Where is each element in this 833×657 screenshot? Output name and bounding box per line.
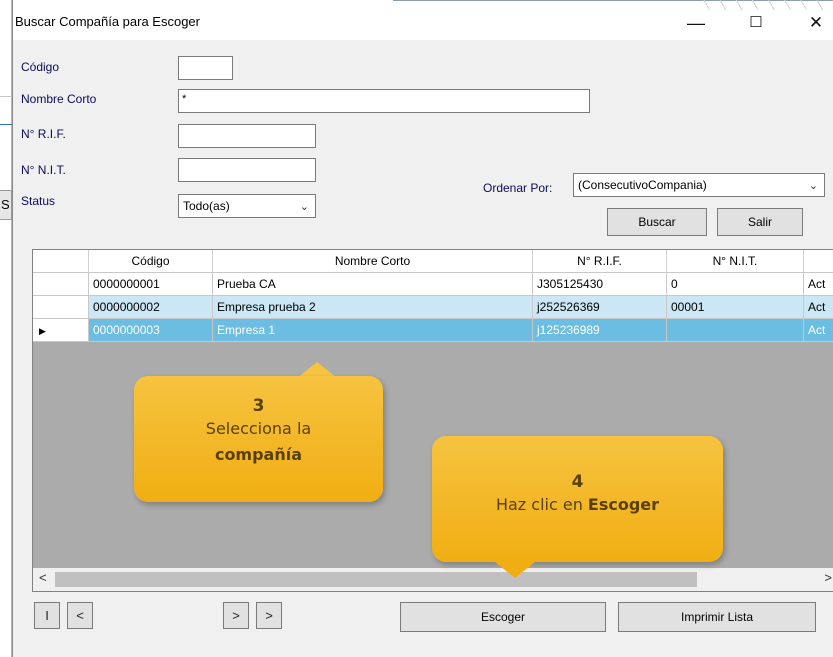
cell-nit[interactable]: 00001 — [667, 296, 804, 319]
maximize-button[interactable]: ☐ — [741, 12, 771, 34]
cell-status[interactable]: Act — [804, 296, 833, 319]
row-header[interactable]: ▶ — [33, 319, 89, 342]
column-header-nombre-corto[interactable]: Nombre Corto — [213, 250, 533, 273]
row-header[interactable] — [33, 273, 89, 296]
callout-4-text: Haz clic en — [495, 495, 588, 514]
cell-nombre-corto[interactable]: Prueba CA — [213, 273, 533, 296]
scroll-left-icon[interactable]: < — [39, 570, 47, 585]
status-label: Status — [21, 194, 56, 208]
window-title: Buscar Compañía para Escoger — [15, 14, 200, 29]
cell-status[interactable]: Act — [804, 319, 833, 342]
chevron-down-icon: ⌄ — [808, 180, 818, 192]
column-header-status[interactable] — [804, 250, 833, 273]
nombre-corto-label: Nombre Corto — [21, 92, 97, 106]
previous-record-button[interactable]: < — [67, 602, 93, 629]
rif-label: N° R.I.F. — [21, 127, 66, 141]
callout-4-number: 4 — [571, 472, 584, 492]
callout-3-bold: compañía — [214, 445, 303, 464]
nit-label: N° N.I.T. — [21, 163, 66, 177]
callout-step-3: 3 Selecciona la compañía — [134, 376, 383, 502]
chevron-down-icon: ⌄ — [299, 201, 309, 213]
horizontal-scrollbar[interactable]: < > — [33, 568, 833, 591]
first-record-button[interactable]: I — [34, 602, 60, 629]
cell-codigo[interactable]: 0000000002 — [89, 296, 213, 319]
search-company-dialog: Buscar Compañía para Escoger — ☐ ✕ Códig… — [12, 0, 833, 657]
grid-header-row: Código Nombre Corto N° R.I.F. N° N.I.T. — [33, 250, 833, 273]
cell-nombre-corto[interactable]: Empresa prueba 2 — [213, 296, 533, 319]
table-row[interactable]: 0000000002 Empresa prueba 2 j252526369 0… — [33, 296, 833, 319]
nit-input[interactable] — [178, 158, 316, 182]
cell-codigo[interactable]: 0000000001 — [89, 273, 213, 296]
row-header-corner — [33, 250, 89, 273]
cell-nit[interactable]: 0 — [667, 273, 804, 296]
table-row[interactable]: 0000000001 Prueba CA J305125430 0 Act — [33, 273, 833, 296]
table-row-selected[interactable]: ▶ 0000000003 Empresa 1 j125236989 Act — [33, 319, 833, 342]
escoger-button[interactable]: Escoger — [400, 602, 606, 632]
background-divider — [0, 96, 12, 97]
callout-step-4: 4 Haz clic en Escoger — [432, 436, 723, 562]
last-record-button[interactable]: > — [256, 602, 282, 629]
nombre-corto-input[interactable]: * — [178, 89, 590, 113]
column-header-rif[interactable]: N° R.I.F. — [533, 250, 667, 273]
close-button[interactable]: ✕ — [801, 12, 831, 34]
codigo-label: Código — [21, 60, 60, 74]
cell-rif[interactable]: J305125430 — [533, 273, 667, 296]
column-header-codigo[interactable]: Código — [89, 250, 213, 273]
cell-rif[interactable]: j125236989 — [533, 319, 667, 342]
callout-4-pointer — [495, 562, 535, 578]
title-decoration-hatch — [694, 0, 833, 10]
callout-3-line1: Selecciona la — [205, 419, 312, 438]
cell-codigo[interactable]: 0000000003 — [89, 319, 213, 342]
background-accent-line — [0, 124, 12, 125]
cell-rif[interactable]: j252526369 — [533, 296, 667, 319]
ordenar-label: Ordenar Por: — [483, 181, 553, 195]
salir-button[interactable]: Salir — [717, 208, 803, 236]
next-record-button[interactable]: > — [223, 602, 249, 629]
status-dropdown[interactable]: Todo(as) ⌄ — [178, 194, 316, 218]
minimize-button[interactable]: — — [681, 12, 711, 34]
column-header-nit[interactable]: N° N.I.T. — [667, 250, 804, 273]
background-app-edge — [0, 0, 12, 657]
imprimir-lista-button[interactable]: Imprimir Lista — [618, 602, 816, 632]
cell-status[interactable]: Act — [804, 273, 833, 296]
scroll-thumb[interactable] — [55, 572, 697, 587]
callout-3-number: 3 — [252, 396, 265, 416]
row-header[interactable] — [33, 296, 89, 319]
status-value: Todo(as) — [183, 199, 230, 213]
cell-nombre-corto[interactable]: Empresa 1 — [213, 319, 533, 342]
current-row-arrow-icon: ▶ — [39, 326, 46, 336]
ordenar-value: (ConsecutivoCompania) — [578, 178, 707, 192]
ordenar-dropdown[interactable]: (ConsecutivoCompania) ⌄ — [573, 173, 825, 197]
buscar-button[interactable]: Buscar — [607, 208, 707, 236]
rif-input[interactable] — [178, 124, 316, 148]
title-bar: Buscar Compañía para Escoger — ☐ ✕ — [13, 0, 833, 40]
background-app-field: S — [0, 190, 12, 220]
callout-4-bold: Escoger — [587, 495, 660, 514]
cell-nit[interactable] — [667, 319, 804, 342]
scroll-right-icon[interactable]: > — [824, 570, 832, 585]
codigo-input[interactable] — [178, 56, 233, 80]
